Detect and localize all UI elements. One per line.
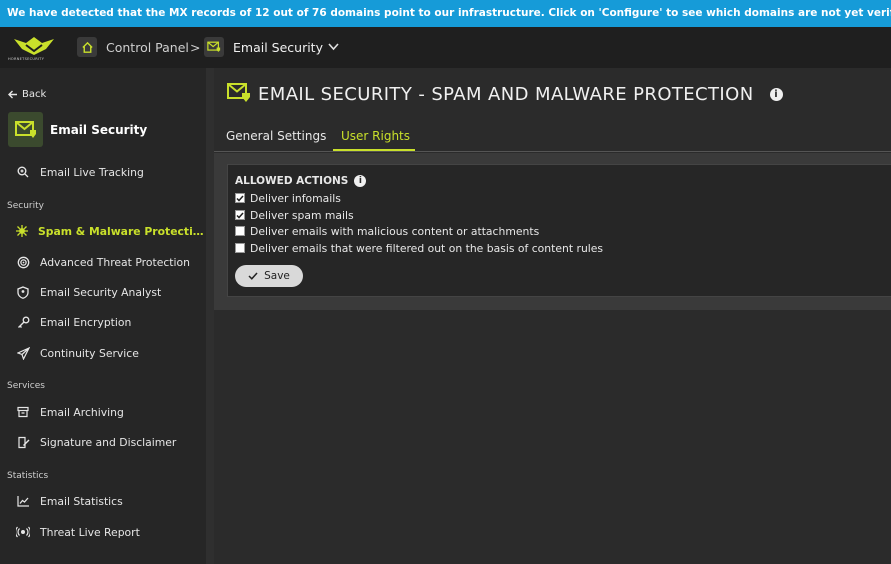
breadcrumb-email-security[interactable]: Email Security xyxy=(233,40,323,55)
tab-bar: General Settings User Rights xyxy=(214,124,891,152)
info-icon[interactable]: i xyxy=(769,88,783,101)
zoom-search-icon xyxy=(15,164,31,180)
sidebar-item-advanced-threat-protection[interactable]: Advanced Threat Protection xyxy=(15,251,205,273)
breadcrumb-separator: > xyxy=(190,40,201,55)
option-label: Deliver infomails xyxy=(250,191,341,205)
checkbox-checked[interactable] xyxy=(235,193,245,203)
save-label: Save xyxy=(264,270,290,282)
sidebar-item-label: Email Statistics xyxy=(40,494,123,508)
logo-text: HORNETSECURITY xyxy=(8,57,45,61)
info-icon[interactable]: i xyxy=(354,175,367,187)
mx-records-banner[interactable]: We have detected that the MX records of … xyxy=(0,0,891,27)
virus-icon xyxy=(15,223,29,239)
target-icon xyxy=(15,254,31,270)
option-deliver-content-filtered[interactable]: Deliver emails that were filtered out on… xyxy=(235,241,603,255)
top-bar: HORNETSECURITY Control Panel > Email Sec… xyxy=(0,27,891,68)
section-label-services: Services xyxy=(7,381,45,391)
arrow-left-icon xyxy=(8,90,17,99)
sidebar-item-spam-malware-protection[interactable]: Spam & Malware Protecti… xyxy=(15,220,205,242)
option-label: Deliver spam mails xyxy=(250,208,354,222)
back-link[interactable]: Back xyxy=(8,89,46,100)
paper-plane-icon xyxy=(15,345,31,361)
sidebar-item-email-live-tracking[interactable]: Email Live Tracking xyxy=(15,161,205,183)
section-label-statistics: Statistics xyxy=(7,471,49,481)
home-icon[interactable] xyxy=(77,37,97,57)
sidebar-item-email-security-analyst[interactable]: Email Security Analyst xyxy=(15,281,205,303)
sidebar-item-email-encryption[interactable]: Email Encryption xyxy=(15,311,205,333)
option-deliver-malicious[interactable]: Deliver emails with malicious content or… xyxy=(235,224,539,238)
sidebar-item-label: Email Encryption xyxy=(40,315,132,329)
breadcrumb-control-panel[interactable]: Control Panel xyxy=(106,40,189,55)
checkbox-checked[interactable] xyxy=(235,210,245,220)
signature-icon xyxy=(15,434,31,450)
sidebar-item-threat-live-report[interactable]: Threat Live Report xyxy=(15,521,205,543)
checkbox-unchecked[interactable] xyxy=(235,226,245,236)
chevron-down-icon[interactable] xyxy=(328,43,339,51)
sidebar-item-label: Continuity Service xyxy=(40,346,139,360)
checkbox-unchecked[interactable] xyxy=(235,243,245,253)
shield-icon xyxy=(15,284,31,300)
sidebar-item-label: Signature and Disclaimer xyxy=(40,435,177,449)
live-report-icon xyxy=(15,524,31,540)
page-title: EMAIL SECURITY - SPAM AND MALWARE PROTEC… xyxy=(258,84,783,105)
sidebar-divider xyxy=(206,68,214,564)
sidebar-item-continuity-service[interactable]: Continuity Service xyxy=(15,342,205,364)
sidebar-item-label: Email Archiving xyxy=(40,405,124,419)
email-shield-icon xyxy=(204,37,224,57)
sidebar-item-label: Spam & Malware Protecti… xyxy=(38,224,204,238)
sidebar-item-label: Email Security Analyst xyxy=(40,285,162,299)
sidebar-item-email-archiving[interactable]: Email Archiving xyxy=(15,401,205,423)
email-shield-icon xyxy=(227,83,250,102)
sidebar-item-signature-disclaimer[interactable]: Signature and Disclaimer xyxy=(15,431,205,453)
tab-general-settings[interactable]: General Settings xyxy=(226,129,326,143)
tab-user-rights[interactable]: User Rights xyxy=(341,129,410,143)
sidebar-item-email-statistics[interactable]: Email Statistics xyxy=(15,490,205,512)
save-button[interactable]: Save xyxy=(235,265,303,287)
app-header: Email Security xyxy=(8,112,147,147)
section-label-security: Security xyxy=(7,201,44,211)
option-label: Deliver emails with malicious content or… xyxy=(250,224,540,238)
page-title-text: EMAIL SECURITY - SPAM AND MALWARE PROTEC… xyxy=(258,84,754,105)
chart-line-icon xyxy=(15,493,31,509)
checkmark-icon xyxy=(248,272,258,280)
email-shield-icon xyxy=(8,112,43,147)
back-label: Back xyxy=(22,89,47,100)
active-tab-indicator xyxy=(333,149,415,151)
sidebar-item-label: Email Live Tracking xyxy=(40,165,144,179)
sidebar-item-label: Advanced Threat Protection xyxy=(40,255,190,269)
allowed-actions-title: ALLOWED ACTIONS xyxy=(235,175,349,187)
app-title: Email Security xyxy=(50,122,148,137)
allowed-actions-heading: ALLOWED ACTIONS i xyxy=(235,175,367,187)
archive-box-icon xyxy=(15,404,31,420)
sidebar-item-label: Threat Live Report xyxy=(40,525,140,539)
option-deliver-infomails[interactable]: Deliver infomails xyxy=(235,191,341,205)
key-icon xyxy=(15,314,31,330)
option-label: Deliver emails that were filtered out on… xyxy=(250,241,604,255)
option-deliver-spam-mails[interactable]: Deliver spam mails xyxy=(235,208,354,222)
